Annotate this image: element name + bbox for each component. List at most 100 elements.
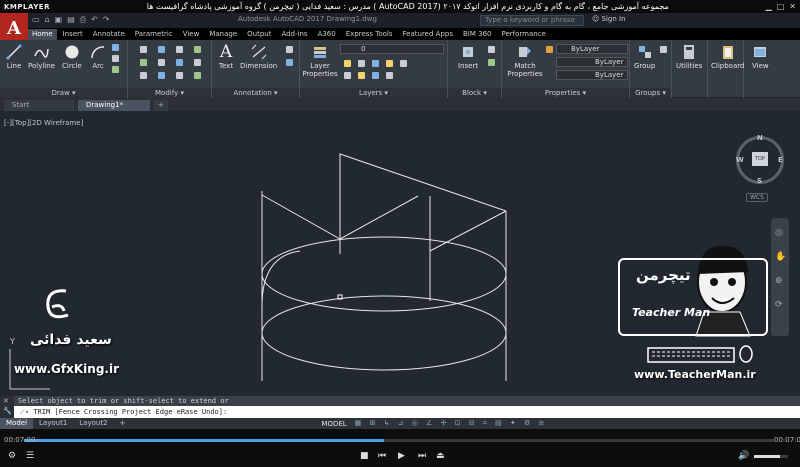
layer-previous-icon[interactable] (344, 72, 351, 79)
redo-icon[interactable]: ↷ (103, 15, 110, 25)
hatch-icon[interactable] (112, 55, 119, 62)
tab-view[interactable]: View (179, 29, 204, 40)
offset-icon[interactable] (194, 72, 201, 79)
line-button[interactable]: Line (6, 44, 22, 70)
fillet-icon[interactable] (176, 59, 183, 66)
command-line-grip[interactable]: ✕ 🔧 (0, 396, 14, 418)
explode-icon[interactable] (194, 59, 201, 66)
wcs-menu[interactable]: WCS (746, 193, 768, 202)
layer-on-icon[interactable] (344, 60, 351, 67)
save-icon[interactable]: ▣ (55, 15, 63, 25)
tab-drawing1[interactable]: Drawing1* (78, 100, 150, 111)
tab-start[interactable]: Start (4, 100, 74, 111)
new-icon[interactable]: ▭ (32, 15, 40, 25)
color-wheel-icon[interactable] (546, 46, 553, 53)
arc-button[interactable]: Arc (90, 44, 106, 70)
steering-wheel-icon[interactable]: ◎ (775, 228, 783, 238)
tab-layout2[interactable]: Layout2 (73, 418, 113, 429)
layer-freeze-icon[interactable] (358, 60, 365, 67)
minimize-icon[interactable]: ▁ (766, 2, 772, 11)
polyline-button[interactable]: Polyline (28, 44, 55, 70)
tab-insert[interactable]: Insert (59, 29, 87, 40)
stop-icon[interactable]: ■ (360, 451, 369, 461)
tab-manage[interactable]: Manage (205, 29, 241, 40)
pan-icon[interactable]: ✋ (775, 252, 786, 262)
view-button[interactable]: View (752, 44, 769, 70)
tab-performance[interactable]: Performance (497, 29, 549, 40)
tab-annotate[interactable]: Annotate (89, 29, 129, 40)
saveas-icon[interactable]: ▤ (67, 15, 75, 25)
table-icon[interactable] (286, 59, 293, 66)
ellipse-icon[interactable] (112, 66, 119, 73)
zoom-icon[interactable]: ⊕ (775, 276, 783, 286)
block-panel-label[interactable]: Block ▾ (448, 88, 501, 98)
tab-parametric[interactable]: Parametric (131, 29, 177, 40)
move-icon[interactable] (140, 46, 147, 53)
linetype-dropdown[interactable]: ByLayer (556, 57, 628, 67)
layer-dropdown[interactable]: 0 (340, 44, 444, 54)
trim-icon[interactable] (176, 46, 183, 53)
tab-layout1[interactable]: Layout1 (33, 418, 73, 429)
layer-properties-button[interactable]: Layer Properties (302, 44, 338, 78)
scale-icon[interactable] (158, 72, 165, 79)
tab-output[interactable]: Output (243, 29, 275, 40)
erase-icon[interactable] (194, 46, 201, 53)
new-tab-button[interactable]: + (154, 100, 168, 111)
leader-icon[interactable] (286, 46, 293, 53)
sign-in-link[interactable]: ☺ Sign In (592, 15, 626, 23)
print-icon[interactable]: ⎙ (80, 15, 86, 25)
group-button[interactable]: Group (634, 44, 655, 70)
layer-merge-icon[interactable] (372, 72, 379, 79)
ungroup-icon[interactable] (660, 46, 667, 53)
command-input[interactable]: ⟋▾ TRIM [Fence Crossing Project Edge eRa… (14, 406, 800, 418)
customize-command-icon[interactable]: 🔧 (3, 407, 12, 415)
play-icon[interactable]: ▶ (398, 451, 405, 461)
lineweight-dropdown[interactable]: ByLayer (556, 70, 628, 80)
groups-panel-label[interactable]: Groups ▾ (630, 88, 671, 98)
layer-match-icon[interactable] (400, 60, 407, 67)
undo-icon[interactable]: ↶ (91, 15, 98, 25)
dimension-button[interactable]: Dimension (240, 44, 277, 70)
stretch-icon[interactable] (140, 72, 147, 79)
model-space-button[interactable]: MODEL (321, 420, 346, 428)
tab-bim360[interactable]: BIM 360 (459, 29, 496, 40)
match-properties-button[interactable]: Match Properties (506, 44, 544, 78)
modify-panel-label[interactable]: Modify ▾ (128, 88, 211, 98)
tab-featured-apps[interactable]: Featured Apps (399, 29, 457, 40)
mirror-icon[interactable] (158, 59, 165, 66)
player-logo[interactable]: KMPLAYER (4, 3, 50, 11)
settings-icon[interactable]: ⚙ (8, 451, 16, 461)
add-layout-button[interactable]: + (114, 418, 132, 429)
layer-walk-icon[interactable] (358, 72, 365, 79)
compass-east[interactable]: E (778, 156, 783, 164)
compass-south[interactable]: S (757, 177, 762, 185)
tab-home[interactable]: Home (28, 29, 57, 40)
compass-west[interactable]: W (736, 156, 744, 164)
circle-button[interactable]: Circle (62, 44, 82, 70)
tab-addins[interactable]: Add-ins (277, 29, 311, 40)
utilities-button[interactable]: Utilities (676, 44, 702, 70)
playlist-icon[interactable]: ☰ (26, 451, 34, 461)
volume-icon[interactable]: 🔊 (738, 451, 749, 461)
tab-express-tools[interactable]: Express Tools (342, 29, 397, 40)
previous-icon[interactable]: ⏮ (378, 451, 386, 461)
maximize-icon[interactable]: □ (777, 2, 785, 11)
clipboard-button[interactable]: Clipboard (711, 44, 744, 70)
edit-block-icon[interactable] (488, 59, 495, 66)
close-command-icon[interactable]: ✕ (3, 397, 9, 405)
next-icon[interactable]: ⏭ (418, 451, 426, 461)
tab-model[interactable]: Model (0, 418, 34, 429)
properties-panel-label[interactable]: Properties ▾ (502, 88, 629, 98)
layers-panel-label[interactable]: Layers ▾ (300, 88, 447, 98)
status-toggles[interactable]: ▦ ⊞ ↳ ⊿ ◎ ∠ ✢ ⊡ ⊟ ⌗ ▤ ✦ ⚙ ≡ (355, 419, 548, 428)
search-input[interactable]: Type a keyword or phrase (480, 15, 584, 26)
compass-north[interactable]: N (757, 134, 763, 142)
layer-lock-icon[interactable] (372, 60, 379, 67)
layer-isolate-icon[interactable] (386, 60, 393, 67)
array-icon[interactable] (176, 72, 183, 79)
layer-delete-icon[interactable] (386, 72, 393, 79)
orbit-icon[interactable]: ⟳ (775, 300, 783, 310)
color-dropdown[interactable]: ByLayer (556, 44, 628, 54)
create-block-icon[interactable] (488, 46, 495, 53)
text-button[interactable]: A Text (218, 44, 234, 71)
